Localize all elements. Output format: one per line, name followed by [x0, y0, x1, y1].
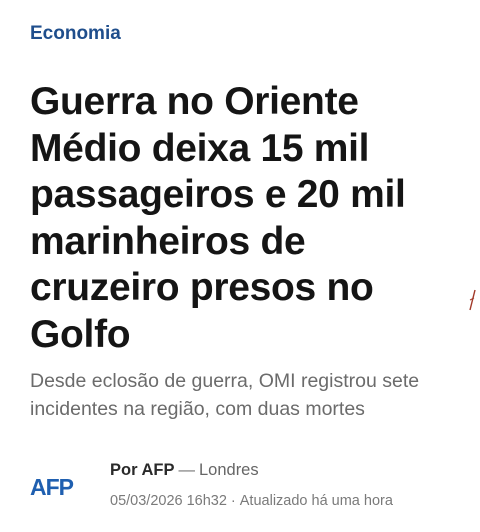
byline-dash: — [178, 461, 195, 479]
article-subtitle: Desde eclosão de guerra, OMI registrou s… [30, 370, 420, 420]
edge-mark-icon [469, 289, 476, 311]
date-separator: · [230, 493, 236, 509]
byline-location: Londres [198, 461, 259, 479]
byline: AFP Por AFP — Londres 05/03/2026 16h32 · Atu… [30, 455, 470, 515]
author-link[interactable]: Por AFP [110, 461, 174, 479]
afp-logo-text: AFP [30, 475, 74, 499]
afp-logo: AFP [30, 475, 75, 499]
date-line: 05/03/2026 16h32 · Atualizado há uma hora [110, 493, 393, 509]
article-headline: Guerra no Oriente Médio deixa 15 mil pas… [30, 80, 406, 356]
section-link[interactable]: Economia [30, 23, 121, 45]
updated-time: Atualizado há uma hora [239, 493, 393, 509]
published-date: 05/03/2026 16h32 [110, 493, 227, 509]
author-line: Por AFP — Londres [110, 461, 259, 480]
